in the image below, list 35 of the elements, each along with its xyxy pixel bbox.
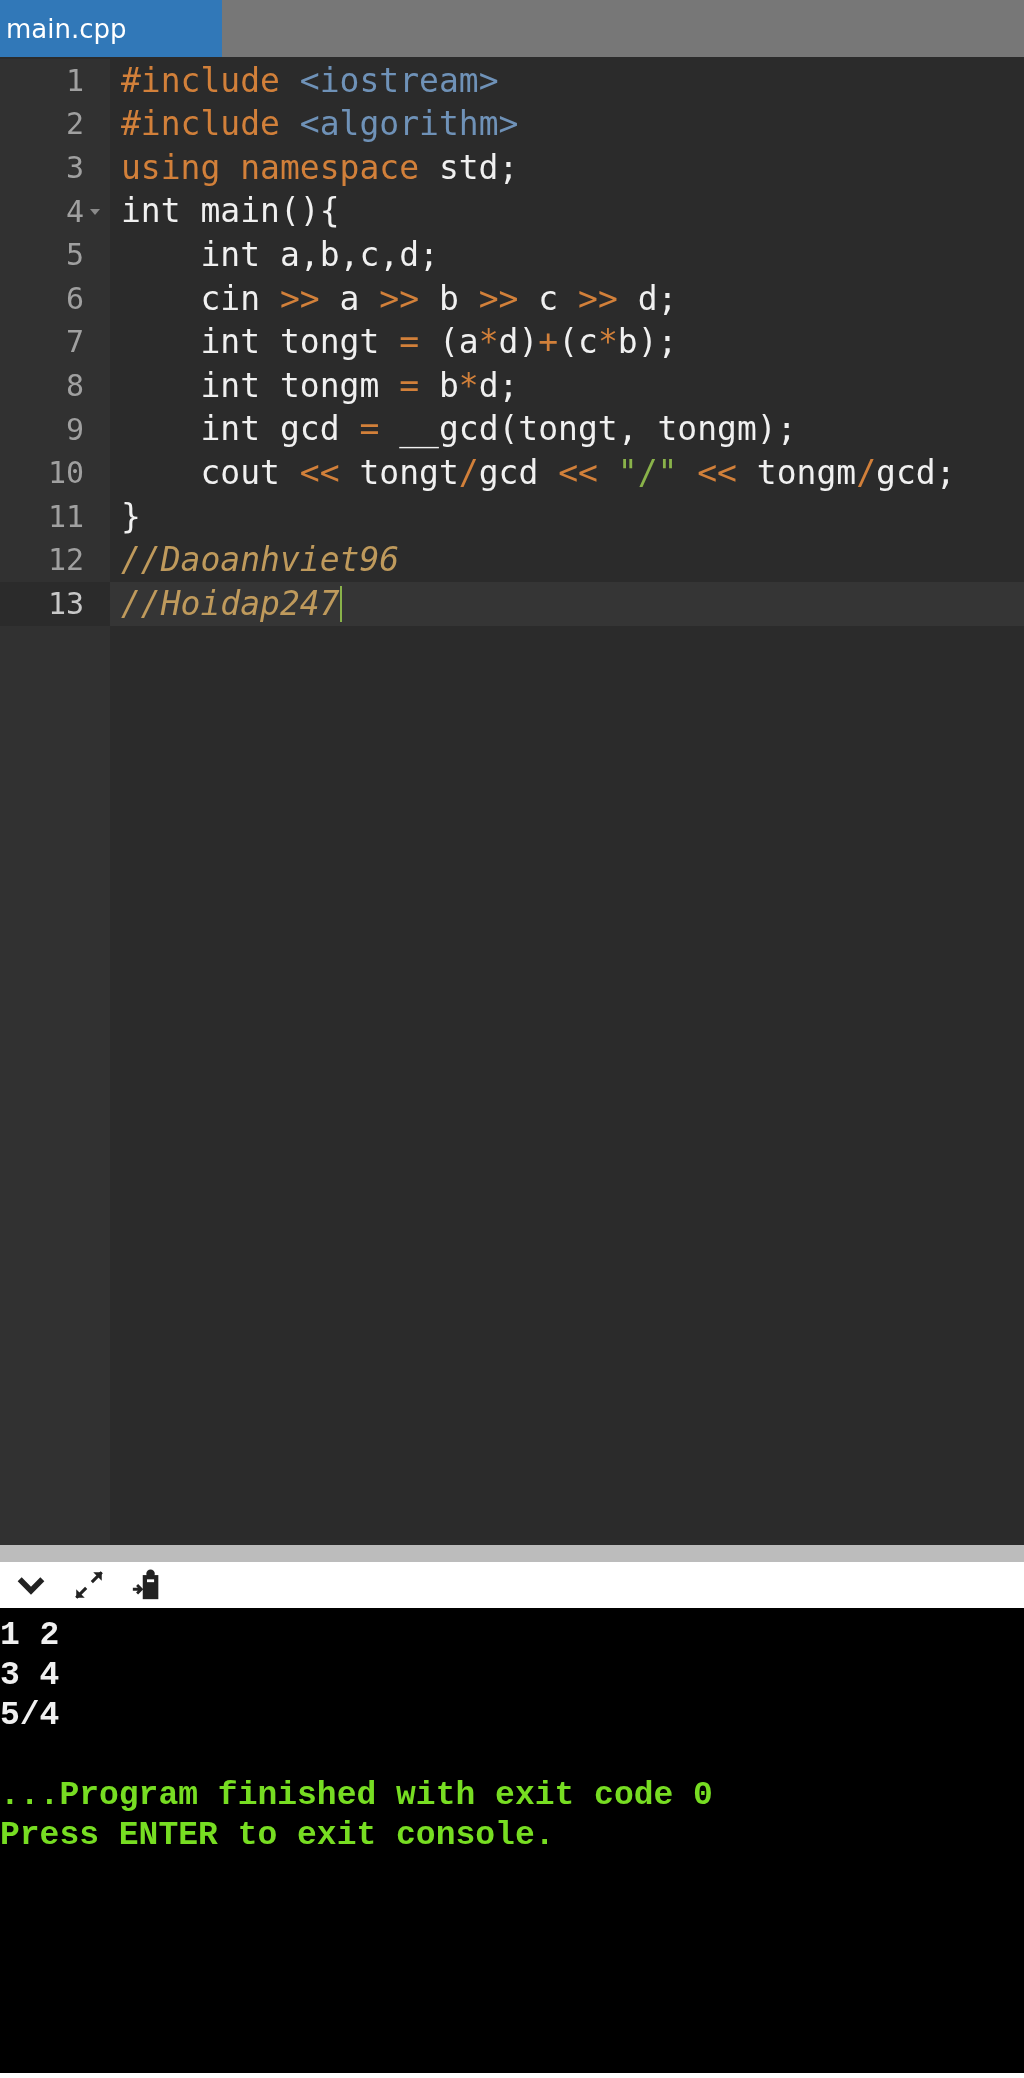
code-line: cout << tongt/gcd << "/" << tongm/gcd;: [199, 455, 956, 492]
line-number: 1: [65, 65, 84, 96]
line-number: 5: [65, 240, 84, 271]
line-number: 3: [65, 153, 84, 183]
console-line: ...Program finished with exit code 0: [0, 1776, 714, 1816]
code-line: cin >> a >> b >> c >> d;: [199, 280, 678, 317]
console-line: 5/4: [0, 1696, 61, 1736]
line-number: 11: [47, 501, 84, 532]
line-number: 4: [65, 196, 84, 227]
console-line: 3 4: [0, 1656, 61, 1696]
fold-icon[interactable]: [90, 208, 100, 215]
code-line: int a,b,c,d;: [199, 237, 439, 274]
text-cursor: [339, 585, 342, 622]
code-line: //Daoanhviet96: [121, 542, 400, 579]
code-line: int gcd = __gcd(tongt, tongm);: [199, 411, 797, 448]
line-number: 6: [65, 283, 84, 314]
expand-icon[interactable]: [72, 1568, 106, 1602]
code-line: int tongt = (a*d)+(c*b);: [199, 324, 678, 361]
line-number: 8: [65, 370, 84, 401]
code-line: int tongm = b*d;: [199, 367, 519, 405]
line-number: 2: [65, 109, 84, 140]
code-line: #include <iostream>: [121, 62, 499, 99]
console-line: 1 2: [0, 1616, 61, 1656]
line-number: 7: [65, 327, 84, 358]
file-tab[interactable]: main.cpp: [0, 0, 222, 57]
code-line: }: [121, 498, 141, 535]
console-line: Press ENTER to exit console.: [0, 1816, 556, 1856]
code-line: //Hoidap247: [121, 585, 340, 623]
line-number: 9: [65, 414, 84, 445]
code-line: int main(){: [121, 193, 340, 230]
line-number: 10: [47, 458, 84, 489]
line-number: 12: [47, 545, 84, 576]
code-line: #include <algorithm>: [121, 106, 519, 143]
line-number: 13: [47, 588, 84, 619]
code-line: using namespace std;: [121, 149, 519, 187]
